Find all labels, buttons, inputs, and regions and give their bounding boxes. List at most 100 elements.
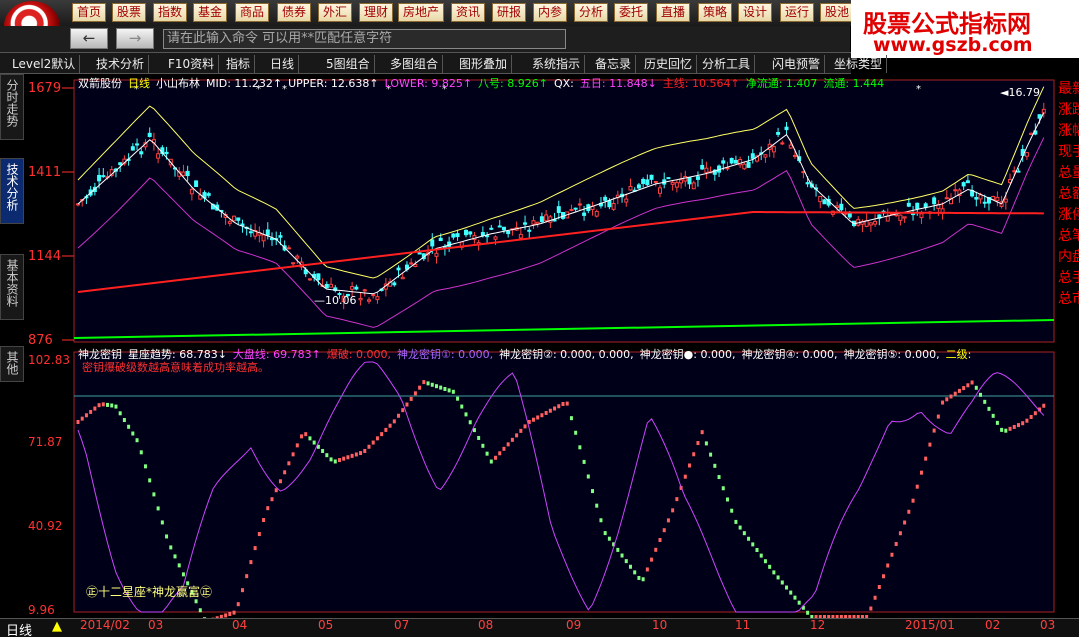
nav-item-10[interactable]: 研报: [492, 3, 527, 22]
back-arrow-icon[interactable]: ←: [70, 28, 108, 49]
nav-item-18[interactable]: 股池: [820, 3, 855, 22]
toolbar-item-2[interactable]: F10资料: [164, 55, 220, 73]
main-value-1: UPPER: 12.638↑: [288, 77, 379, 90]
toolbar-item-10[interactable]: 历史回忆: [640, 55, 698, 73]
nav-item-9[interactable]: 资讯: [451, 3, 486, 22]
toolbar-item-0[interactable]: Level2默认: [8, 55, 81, 73]
tab-other[interactable]: 其他: [0, 346, 24, 382]
forward-arrow-icon[interactable]: →: [116, 28, 154, 49]
sub-bar-15: [139, 450, 143, 455]
date-tick-9: 12: [810, 618, 826, 632]
tab-intraday[interactable]: 分时走势: [0, 74, 24, 140]
sub-bar-218: [995, 420, 999, 425]
sub-bar-64: [346, 455, 350, 460]
candle-body-158: [742, 163, 747, 170]
nav-item-2[interactable]: 指数: [153, 3, 188, 22]
nav-item-6[interactable]: 外汇: [318, 3, 353, 22]
candle-body-166: [776, 131, 781, 135]
sub-bar-212: [970, 380, 974, 385]
sub-bar-161: [755, 548, 759, 552]
toolbar-item-5[interactable]: 5图组合: [322, 55, 375, 73]
sub-bar-167: [780, 580, 784, 585]
sub-bar-216: [987, 406, 991, 411]
nav-item-7[interactable]: 理财: [359, 3, 394, 22]
sub-bar-96: [481, 443, 485, 448]
sub-bar-6: [101, 402, 105, 407]
sub-bar-68: [363, 448, 367, 453]
triangle-icon[interactable]: ▲: [52, 619, 62, 634]
sub-bar-21: [165, 534, 169, 539]
nav-item-3[interactable]: 基金: [193, 3, 228, 22]
chart-toolbar: Level2默认 技术分析 F10资料 指标 日线 5图组合 多图组合 图形叠加 系统指示 备忘录…: [0, 52, 888, 74]
tab-fundamental[interactable]: 基本资料: [0, 254, 24, 320]
nav-item-13[interactable]: 委托: [614, 3, 649, 22]
sub-bar-160: [751, 542, 755, 547]
sub-bar-76: [397, 413, 401, 418]
sub-bar-140: [666, 518, 670, 523]
quote-label-10: 总市: [1058, 291, 1079, 307]
sub-bar-226: [1029, 414, 1033, 419]
candle-body-109: [535, 221, 540, 225]
candle-body-148: [700, 164, 705, 170]
toolbar-item-6[interactable]: 多图组合: [386, 55, 444, 73]
sub-bar-121: [586, 474, 590, 479]
toolbar-item-4[interactable]: 日线: [266, 55, 300, 73]
candle-body-140: [666, 177, 671, 180]
sub-bar-154: [725, 497, 729, 502]
command-input[interactable]: 请在此输入命令 可以用**匹配任意字符: [163, 29, 566, 49]
toolbar-item-9[interactable]: 备忘录: [591, 55, 637, 73]
candle-body-114: [556, 206, 561, 214]
date-tick-6: 09: [566, 618, 582, 632]
sub-bar-147: [696, 441, 700, 446]
toolbar-item-11[interactable]: 分析工具: [698, 55, 756, 73]
indicator-name: 小山布林: [156, 77, 200, 90]
sub-bar-141: [671, 508, 675, 513]
sub-bar-144: [683, 474, 687, 479]
toolbar-item-8[interactable]: 系统指示: [528, 55, 586, 73]
quote-label-2: 涨幅: [1058, 123, 1079, 139]
candle-body-75: [392, 282, 397, 286]
nav-item-14[interactable]: 直播: [656, 3, 691, 22]
candle-body-70: [371, 294, 376, 297]
sub-bar-80: [413, 391, 417, 396]
toolbar-item-3[interactable]: 指标: [222, 55, 256, 73]
candle-body-28: [194, 180, 199, 187]
nav-item-12[interactable]: 分析: [574, 3, 609, 22]
candle-body-206: [944, 197, 949, 200]
sub-bar-220: [1004, 428, 1008, 433]
nav-item-15[interactable]: 策略: [698, 3, 733, 22]
sub-bar-223: [1016, 423, 1020, 428]
nav-item-16[interactable]: 设计: [738, 3, 773, 22]
sub-bar-135: [645, 567, 649, 572]
nav-item-0[interactable]: 首页: [72, 3, 107, 22]
candle-body-99: [493, 236, 498, 240]
candle-body-76: [396, 267, 401, 271]
nav-item-8[interactable]: 房地产: [398, 3, 445, 22]
quote-label-9: 总手: [1058, 270, 1079, 286]
nav-item-11[interactable]: 内参: [533, 3, 568, 22]
nav-item-17[interactable]: 运行: [780, 3, 815, 22]
candle-body-130: [624, 198, 629, 203]
sub-value-1: 爆破: 0.000,: [326, 348, 392, 361]
candle-body-136: [649, 174, 654, 180]
nav-item-5[interactable]: 债券: [277, 3, 312, 22]
sub-bar-152: [717, 475, 721, 480]
candle-body-200: [919, 213, 924, 219]
sub-bar-148: [700, 430, 704, 435]
sub-bar-69: [367, 444, 371, 449]
sub-bar-207: [949, 394, 953, 399]
nav-item-4[interactable]: 商品: [235, 3, 270, 22]
toolbar-item-1[interactable]: 技术分析: [92, 55, 150, 73]
candle-body-84: [430, 239, 435, 247]
candle-body-31: [206, 193, 211, 196]
candle-body-90: [455, 233, 460, 238]
period-label[interactable]: 日线: [6, 620, 32, 637]
toolbar-item-12[interactable]: 闪电预警: [768, 55, 826, 73]
toolbar-item-13[interactable]: 坐标类型: [830, 55, 888, 73]
candle-body-26: [185, 170, 190, 177]
nav-item-1[interactable]: 股票: [112, 3, 147, 22]
toolbar-item-7[interactable]: 图形叠加: [455, 55, 513, 73]
candle-body-145: [687, 177, 692, 185]
sub-bar-44: [262, 518, 266, 523]
tab-technical[interactable]: 技术分析: [0, 158, 24, 224]
